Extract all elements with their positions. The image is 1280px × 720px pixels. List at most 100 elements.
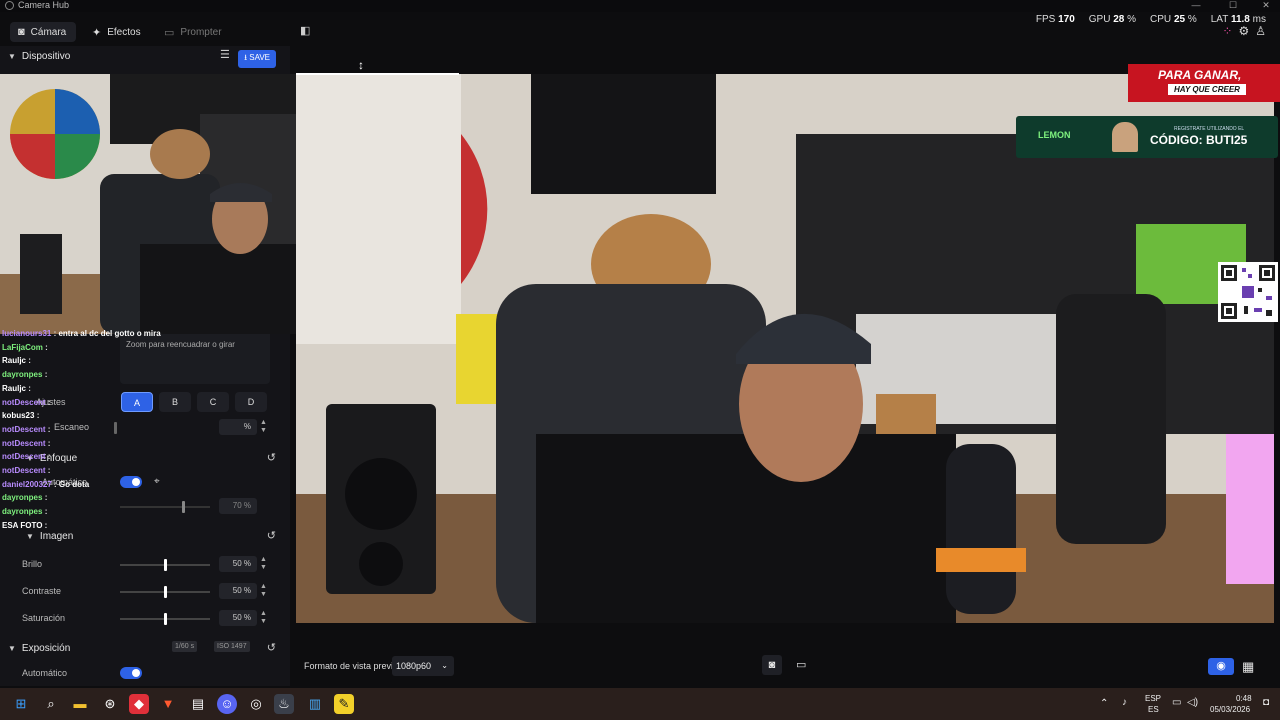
- focus-value[interactable]: 70 %: [219, 498, 257, 514]
- caret-down-icon: ▼: [8, 643, 16, 653]
- contraste-slider[interactable]: [120, 586, 210, 598]
- tab-label: Cámara: [30, 26, 67, 38]
- tab-camara[interactable]: ◙ Cámara: [10, 22, 76, 42]
- chat-separator: :: [45, 466, 51, 476]
- chevron-up-icon[interactable]: ⌃: [1100, 698, 1108, 709]
- slider-knob[interactable]: [164, 559, 167, 571]
- reset-icon[interactable]: ↺: [267, 641, 276, 654]
- chat-message: lucianours31 : entra al dc del gotto o m…: [2, 327, 202, 341]
- chat-separator: :: [45, 438, 51, 448]
- volume-icon[interactable]: ◁): [1187, 697, 1198, 708]
- search-icon[interactable]: ⌕: [41, 694, 61, 714]
- brave-browser-icon[interactable]: ▼: [158, 694, 178, 714]
- preview-top-edge: [296, 73, 459, 75]
- file-explorer-icon[interactable]: ▬: [70, 694, 90, 714]
- contraste-row: Contraste 50 % ▲ ▼: [14, 583, 284, 601]
- contraste-stepper-icon[interactable]: ▲ ▼: [260, 583, 267, 599]
- prompter-icon: ▭: [164, 26, 175, 39]
- steam-icon[interactable]: ♨: [274, 694, 294, 714]
- cpu-stat: CPU 25 %: [1150, 13, 1197, 25]
- red-app-icon[interactable]: ◆: [129, 694, 149, 714]
- contraste-label: Contraste: [22, 586, 62, 596]
- section-exposicion[interactable]: ▼ Exposición 1/60 s ISO 1497 ↺: [8, 638, 286, 658]
- snapshot-camera-icon[interactable]: ◙: [762, 655, 782, 675]
- clock-time[interactable]: 0:48: [1236, 694, 1252, 703]
- chat-message: Rauljc :: [2, 354, 202, 368]
- network-icon[interactable]: ▭: [1172, 697, 1181, 708]
- chat-username: notDescent: [2, 466, 46, 476]
- preview-bar: Formato de vista previa 1080p60 ⌄ ◙ ▭ ◉ …: [296, 650, 1276, 684]
- chat-username: LaFijaCom: [2, 342, 43, 352]
- grid-icon[interactable]: ▦: [1242, 658, 1254, 675]
- tab-prompter[interactable]: ▭ Prompter: [156, 22, 228, 42]
- chatgpt-icon[interactable]: ⊛: [100, 694, 120, 714]
- chat-message: daniel200327 : Go dota: [2, 478, 202, 492]
- auto-exposure-toggle[interactable]: [120, 667, 142, 679]
- saturacion-value[interactable]: 50 %: [219, 610, 257, 626]
- sponsor-brand: LEMON: [1038, 130, 1071, 140]
- banner-line1: PARA GANAR,: [1158, 68, 1242, 82]
- clock-date[interactable]: 05/03/2026: [1210, 705, 1250, 714]
- chat-username: Rauljc: [2, 383, 27, 393]
- sponsor-small-text: REGISTRATE UTILIZANDO EL: [1174, 126, 1245, 132]
- tools-icon[interactable]: ✎: [334, 694, 354, 714]
- preset-d-button[interactable]: D: [235, 392, 267, 412]
- gamepad-icon[interactable]: ◎: [246, 694, 266, 714]
- settings-gear-icon[interactable]: ⚙: [1238, 24, 1249, 38]
- contraste-value[interactable]: 50 %: [219, 583, 257, 599]
- microphone-icon[interactable]: ♪: [1122, 697, 1127, 708]
- minimize-button[interactable]: —: [1184, 0, 1208, 10]
- tab-label: Efectos: [107, 26, 141, 38]
- reset-icon[interactable]: ↺: [267, 451, 276, 464]
- saturacion-stepper-icon[interactable]: ▲ ▼: [260, 610, 267, 626]
- effects-apps-icon[interactable]: ⁘: [1222, 24, 1232, 38]
- chat-username: dayronpes: [2, 370, 43, 380]
- reset-icon[interactable]: ↺: [267, 529, 276, 542]
- tab-efectos[interactable]: ✦ Efectos: [84, 22, 150, 42]
- chat-separator: :: [42, 370, 48, 380]
- chat-username: dayronpes: [2, 493, 43, 503]
- windows-start-icon[interactable]: ⊞: [11, 694, 31, 714]
- windows-taskbar: ⊞ ⌕ ▬ ⊛ ◆ ▼ ▤ ☺ ◎ ♨ ▥ ✎ ⌃ ♪ ESP ES ▭ ◁) …: [0, 688, 1280, 720]
- shutter-badge: 1/60 s: [172, 641, 198, 652]
- notification-icon[interactable]: ◘: [1263, 697, 1269, 708]
- chat-message: kobus23 :: [2, 409, 202, 423]
- chat-separator: :: [45, 452, 51, 462]
- slider-knob[interactable]: [164, 586, 167, 598]
- brillo-stepper-icon[interactable]: ▲ ▼: [260, 556, 267, 572]
- section-dispositivo[interactable]: ▼ Dispositivo ☰ ⭳ SAVE: [8, 46, 286, 68]
- sidebar-toggle-icon[interactable]: ◧: [300, 24, 310, 37]
- header-actions: ⁘ ⚙ ♙: [1222, 24, 1266, 38]
- chat-username: ESA FOTO: [2, 520, 43, 530]
- brillo-row: Brillo 50 % ▲ ▼: [14, 556, 284, 574]
- sliders-icon[interactable]: ☰: [220, 48, 230, 61]
- format-select[interactable]: 1080p60 ⌄: [392, 656, 454, 676]
- gpu-stat: GPU 28 %: [1088, 13, 1137, 25]
- chat-message: notDescent :: [2, 423, 202, 437]
- chat-message: dayronpes :: [2, 491, 202, 505]
- user-account-icon[interactable]: ♙: [1255, 24, 1266, 38]
- language-top[interactable]: ESP: [1145, 694, 1161, 703]
- brillo-slider[interactable]: [120, 559, 210, 571]
- app-icon: [5, 1, 14, 10]
- language-bottom[interactable]: ES: [1148, 705, 1159, 714]
- app-window-icon[interactable]: ▤: [188, 694, 208, 714]
- chat-username: notDescent: [2, 438, 46, 448]
- chevron-down-icon: ⌄: [441, 661, 448, 670]
- qr-code: [1218, 262, 1278, 322]
- save-button[interactable]: ⭳ SAVE: [238, 50, 276, 68]
- discord-icon[interactable]: ☺: [217, 694, 237, 714]
- slider-knob[interactable]: [164, 613, 167, 625]
- notes-icon[interactable]: ▥: [305, 694, 325, 714]
- escaneo-value[interactable]: %: [219, 419, 257, 435]
- chat-overlay: lucianours31 : entra al dc del gotto o m…: [2, 327, 202, 533]
- saturacion-slider[interactable]: [120, 613, 210, 625]
- brillo-value[interactable]: 50 %: [219, 556, 257, 572]
- format-label: Formato de vista previa: [304, 661, 399, 671]
- escaneo-stepper-icon[interactable]: ▲ ▼: [260, 419, 267, 435]
- chat-separator: :: [34, 411, 40, 421]
- folder-icon[interactable]: ▭: [796, 655, 806, 675]
- view-eye-icon[interactable]: ◉: [1208, 658, 1234, 675]
- sponsor-code: CÓDIGO: BUTI25: [1150, 133, 1248, 147]
- chat-message: notDescent :: [2, 450, 202, 464]
